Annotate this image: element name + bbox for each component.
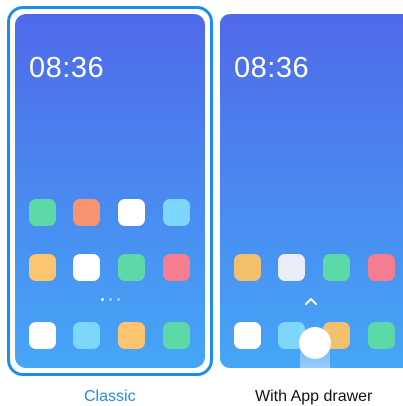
dock-app-icon [29,322,56,349]
classic-option[interactable]: 08:36 Classic [0,0,215,406]
app-icon [368,254,395,281]
app-icon [163,254,190,281]
app-icon [118,254,145,281]
app-icon [73,254,100,281]
dock-app-icon [234,322,261,349]
swipe-up-circle-icon [299,327,331,359]
clock-text: 08:36 [234,52,310,84]
app-drawer-option-label[interactable]: With App drawer [255,388,372,406]
app-icon [234,254,261,281]
page-dot-active [101,298,104,301]
app-drawer-option[interactable]: 08:36 With App drawer [215,0,403,406]
chevron-up-icon [305,298,317,305]
dock-app-icon [163,322,190,349]
page-dot [117,298,120,301]
app-icon [278,254,305,281]
clock-text: 08:36 [29,52,105,84]
page-indicator [101,298,131,302]
dock-app-icon [73,322,100,349]
app-icon [163,199,190,226]
app-icon [118,199,145,226]
app-icon [29,254,56,281]
app-drawer-phone-preview: 08:36 [220,14,403,368]
app-icon [73,199,100,226]
page-dot [109,298,112,301]
classic-phone-preview: 08:36 [15,14,205,368]
launcher-style-picker: 08:36 Classic 08:36 With App drawer [0,0,403,406]
classic-option-label[interactable]: Classic [84,388,136,406]
dock-app-icon [118,322,145,349]
app-icon [323,254,350,281]
dock-app-icon [368,322,395,349]
app-icon [29,199,56,226]
